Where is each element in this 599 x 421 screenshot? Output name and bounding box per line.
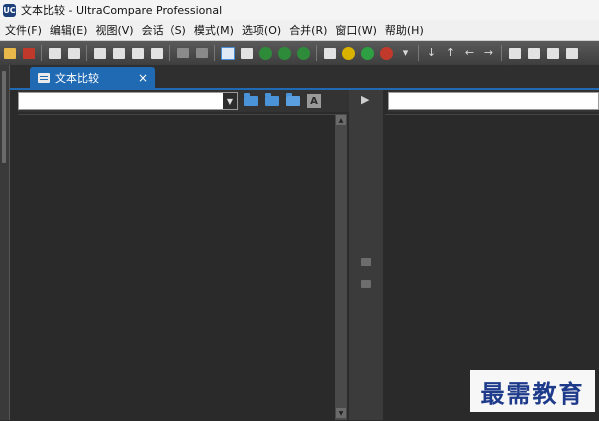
green-circle-icon[interactable]: [360, 45, 376, 61]
toolbar-separator: [501, 45, 502, 61]
report-icon[interactable]: [545, 45, 561, 61]
toolbar-separator: [214, 45, 215, 61]
left-font-button[interactable]: A: [306, 94, 322, 109]
three-way-icon[interactable]: [239, 45, 255, 61]
copy-right-icon[interactable]: [361, 280, 371, 288]
menu-edit[interactable]: 编辑(E): [46, 22, 92, 38]
folder-open-icon: [244, 93, 258, 106]
dropdown-icon[interactable]: ▾: [398, 45, 414, 61]
open-icon[interactable]: [2, 45, 18, 61]
left-vertical-scrollbar[interactable]: ▲ ▼: [335, 114, 347, 420]
menu-mode[interactable]: 模式(M): [190, 22, 238, 38]
settings-icon[interactable]: [564, 45, 580, 61]
toolbar-separator: [41, 45, 42, 61]
app-icon: UC: [3, 3, 16, 17]
prev-diff-icon[interactable]: ↑: [443, 45, 459, 61]
text-compare-icon[interactable]: [149, 45, 165, 61]
red-circle-icon[interactable]: [379, 45, 395, 61]
side-panel-strip[interactable]: [0, 65, 10, 420]
toolbar-separator: [418, 45, 419, 61]
document-icon: [38, 72, 50, 83]
pane-divider: ▶: [349, 90, 383, 420]
refresh-icon[interactable]: [322, 45, 338, 61]
tab-bar: 文本比较 ×: [10, 65, 599, 90]
font-icon: A: [307, 94, 321, 108]
save-all-icon[interactable]: [526, 45, 542, 61]
toolbar-separator: [169, 45, 170, 61]
tab-close-icon[interactable]: ×: [138, 71, 148, 85]
right-path-combo[interactable]: [388, 92, 599, 110]
table-compare-icon[interactable]: [130, 45, 146, 61]
menu-bar: 文件(F) 编辑(E) 视图(V) 会话（S) 模式(M) 选项(O) 合并(R…: [0, 20, 599, 41]
next-diff-icon[interactable]: ↓: [424, 45, 440, 61]
tab-label: 文本比较: [55, 71, 99, 85]
mode-2-icon[interactable]: [277, 45, 293, 61]
folder-compare-icon[interactable]: [92, 45, 108, 61]
stop-icon[interactable]: [194, 45, 210, 61]
folder-icon: [265, 93, 279, 106]
chevron-down-icon[interactable]: ▼: [223, 93, 237, 109]
left-path-combo[interactable]: ▼: [18, 92, 238, 110]
window-title: 文本比较 - UltraCompare Professional: [21, 4, 223, 17]
left-browse-button[interactable]: [264, 93, 280, 109]
menu-merge[interactable]: 合并(R): [285, 22, 331, 38]
mode-3-icon[interactable]: [296, 45, 312, 61]
scroll-down-icon[interactable]: ▼: [336, 408, 346, 418]
main-toolbar: ▾ ↓ ↑ ← →: [0, 41, 599, 65]
left-pane-bar: ▼ A: [18, 90, 349, 112]
binary-compare-icon[interactable]: [111, 45, 127, 61]
save-icon[interactable]: [47, 45, 63, 61]
mode-1-icon[interactable]: [258, 45, 274, 61]
right-pane-bar: [388, 90, 599, 112]
clear-icon[interactable]: [175, 45, 191, 61]
menu-help[interactable]: 帮助(H): [381, 22, 428, 38]
network-folder-icon: [286, 93, 300, 106]
menu-session[interactable]: 会话（S): [138, 22, 190, 38]
merge-right-icon[interactable]: →: [481, 45, 497, 61]
tab-text-compare[interactable]: 文本比较 ×: [30, 67, 155, 88]
left-open-button[interactable]: [243, 93, 259, 109]
play-arrow-icon[interactable]: ▶: [361, 93, 369, 106]
merge-left-icon[interactable]: ←: [462, 45, 478, 61]
ftp-icon[interactable]: [21, 45, 37, 61]
two-way-icon[interactable]: [220, 45, 236, 61]
side-panel-handle[interactable]: [2, 71, 6, 163]
toolbar-separator: [316, 45, 317, 61]
menu-view[interactable]: 视图(V): [91, 22, 137, 38]
left-ftp-button[interactable]: [285, 93, 301, 109]
menu-window[interactable]: 窗口(W): [331, 22, 380, 38]
scroll-up-icon[interactable]: ▲: [336, 115, 346, 125]
left-text-pane[interactable]: [18, 114, 335, 421]
copy-left-icon[interactable]: [361, 258, 371, 266]
toolbar-separator: [86, 45, 87, 61]
menu-file[interactable]: 文件(F): [0, 22, 46, 38]
watermark: 最需教育: [470, 370, 595, 412]
menu-options[interactable]: 选项(O): [238, 22, 285, 38]
title-bar: UC 文本比较 - UltraCompare Professional: [0, 0, 599, 20]
bookmark-icon[interactable]: [507, 45, 523, 61]
yellow-circle-icon[interactable]: [341, 45, 357, 61]
print-icon[interactable]: [66, 45, 82, 61]
